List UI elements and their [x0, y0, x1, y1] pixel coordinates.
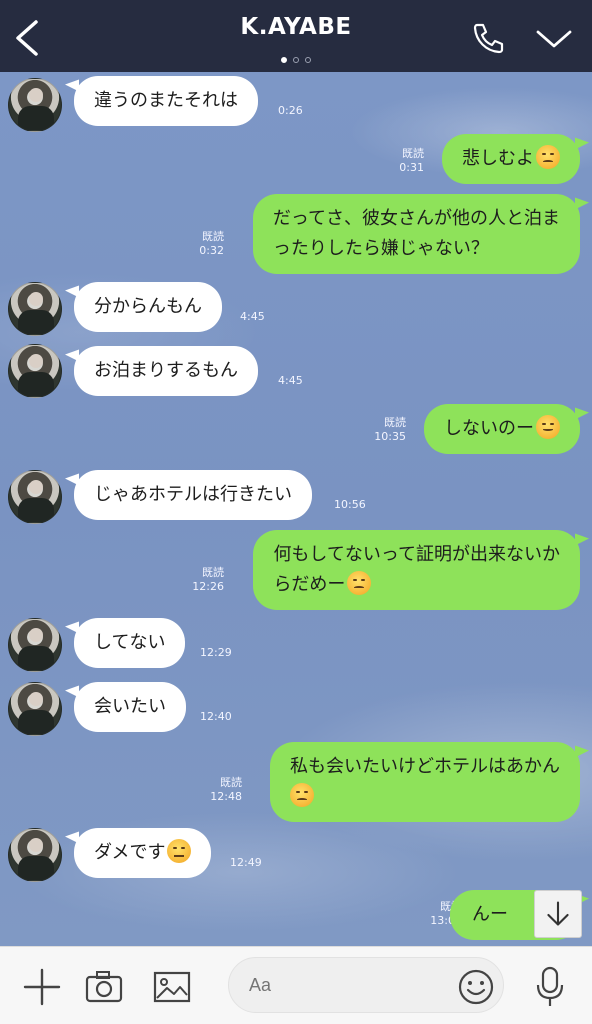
message-bubble[interactable]: してない: [74, 618, 186, 668]
message-time: 4:45: [278, 374, 303, 387]
message-text: 違うのまたそれは: [94, 90, 238, 111]
read-receipt: 既読: [220, 776, 242, 789]
page-dot: [305, 57, 311, 63]
avatar[interactable]: [8, 682, 62, 736]
avatar[interactable]: [8, 78, 62, 132]
message-meta: 既読 12:26: [192, 566, 224, 594]
worried-face-icon: [290, 783, 314, 807]
message-meta: 既読 12:48: [210, 776, 242, 804]
message-time: 10:56: [334, 498, 366, 511]
message-bubble[interactable]: 悲しむよ: [442, 134, 580, 184]
message-text: お泊まりするもん: [94, 360, 238, 381]
message-bubble[interactable]: しないのー: [424, 404, 580, 454]
message-text-line: らだめー: [273, 574, 346, 595]
message-bubble[interactable]: だってさ、彼女さんが他の人と泊ま ったりしたら嫌じゃない？: [252, 194, 580, 274]
message-time: 0:32: [199, 244, 224, 257]
message-text: 悲しむよ: [462, 148, 534, 169]
message-bubble[interactable]: お泊まりするもん: [74, 346, 258, 396]
avatar[interactable]: [8, 344, 62, 398]
message-text-line: 何もしてないって証明が出来ないか: [273, 544, 560, 565]
message-text: 会いたい: [94, 696, 166, 717]
message-meta: 4:45: [240, 310, 265, 324]
message-bubble[interactable]: 会いたい: [74, 682, 186, 732]
message-meta: 12:40: [200, 710, 232, 724]
chat-header: K.AYABE: [0, 0, 592, 72]
message-text: しないのー: [444, 418, 534, 439]
message-meta: 既読 10:35: [374, 416, 406, 444]
chevron-down-icon[interactable]: [534, 22, 574, 56]
message-text-line: 私も会いたいけどホテルはあかん: [290, 756, 560, 777]
phone-icon[interactable]: [468, 18, 508, 58]
chat-area[interactable]: 違うのまたそれは 0:26 既読 0:31 悲しむよ 既読 0:32 だってさ、…: [0, 72, 592, 946]
message-time: 12:49: [230, 856, 262, 869]
message-text: んー: [472, 904, 508, 925]
message-bubble[interactable]: 私も会いたいけどホテルはあかん: [270, 742, 580, 822]
message-bubble[interactable]: じゃあホテルは行きたい: [74, 470, 312, 520]
message-bubble[interactable]: 分からんもん: [74, 282, 222, 332]
message-text: じゃあホテルは行きたい: [94, 484, 292, 505]
read-receipt: 既読: [202, 566, 224, 579]
message-time: 0:26: [278, 104, 303, 117]
camera-icon[interactable]: [84, 967, 124, 1007]
image-icon[interactable]: [152, 967, 192, 1007]
message-time: 4:45: [240, 310, 265, 323]
message-time: 12:48: [210, 790, 242, 803]
message-meta: 既読 0:31: [399, 147, 424, 175]
message-bubble[interactable]: ダメです: [74, 828, 212, 878]
message-bubble[interactable]: 何もしてないって証明が出来ないか らだめー: [253, 530, 580, 610]
scroll-to-bottom-button[interactable]: [534, 890, 582, 938]
plus-icon[interactable]: [22, 967, 62, 1007]
crying-face-icon: [536, 145, 560, 169]
message-time: 12:26: [192, 580, 224, 593]
avatar[interactable]: [8, 282, 62, 336]
message-time: 0:31: [399, 161, 424, 174]
avatar[interactable]: [8, 618, 62, 672]
read-receipt: 既読: [202, 230, 224, 243]
read-receipt: 既読: [402, 147, 424, 160]
message-text: してない: [94, 632, 166, 653]
message-meta: 10:56: [334, 498, 366, 512]
message-bubble[interactable]: 違うのまたそれは: [74, 76, 258, 126]
message-meta: 既読 0:32: [199, 230, 224, 258]
mic-icon[interactable]: [530, 965, 570, 1009]
sweat-smile-face-icon: [536, 415, 560, 439]
expressionless-face-icon: [167, 839, 192, 863]
message-time: 10:35: [374, 430, 406, 443]
page-dot: [293, 57, 299, 63]
smile-icon[interactable]: [456, 967, 496, 1007]
message-time: 12:40: [200, 710, 232, 723]
message-text-line: だってさ、彼女さんが他の人と泊ま: [272, 208, 560, 229]
message-time: 12:29: [200, 646, 232, 659]
message-meta: 12:29: [200, 646, 232, 660]
avatar[interactable]: [8, 828, 62, 882]
message-text: ダメです: [94, 842, 166, 863]
persevering-face-icon: [347, 571, 372, 595]
message-text: 分からんもん: [94, 296, 202, 317]
message-meta: 0:26: [278, 104, 303, 118]
message-meta: 12:49: [230, 856, 262, 870]
message-text-line: ったりしたら嫌じゃない？: [272, 238, 489, 259]
avatar[interactable]: [8, 470, 62, 524]
message-meta: 4:45: [278, 374, 303, 388]
page-dot: [281, 57, 287, 63]
read-receipt: 既読: [384, 416, 406, 429]
message-composer: [0, 946, 592, 1024]
